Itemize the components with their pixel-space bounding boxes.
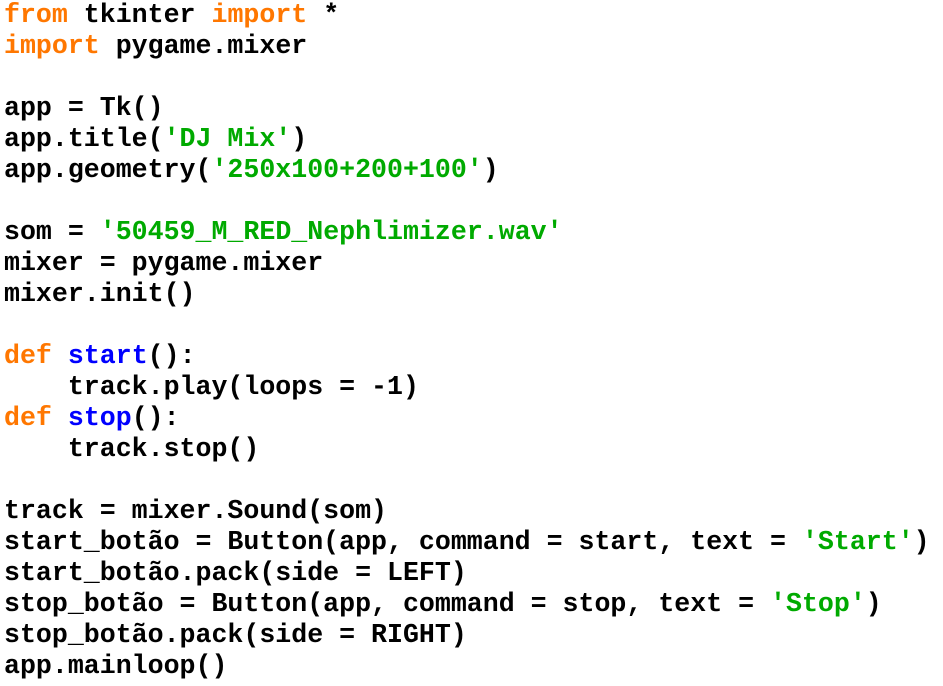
- code-keyword: import: [4, 31, 100, 61]
- code-text: track.play(loops = -1): [4, 372, 419, 402]
- code-keyword: from: [4, 0, 68, 30]
- code-line: mixer.init(): [4, 279, 930, 310]
- code-line: app.title('DJ Mix'): [4, 124, 930, 155]
- code-line: def stop():: [4, 403, 930, 434]
- code-line: app = Tk(): [4, 93, 930, 124]
- code-line: stop_botão.pack(side = RIGHT): [4, 620, 930, 651]
- code-line: app.mainloop(): [4, 651, 930, 682]
- code-text: mixer = pygame.mixer: [4, 248, 324, 278]
- code-text: app.title(: [4, 124, 164, 154]
- code-keyword: def: [4, 403, 52, 433]
- code-keyword: def: [4, 341, 52, 371]
- code-text: stop_botão = Button(app, command = stop,…: [4, 589, 771, 619]
- code-text: ): [482, 155, 499, 185]
- code-text: track = mixer.Sound(som): [4, 496, 388, 526]
- code-text: *: [307, 0, 340, 30]
- code-line: app.geometry('250x100+200+100'): [4, 155, 930, 186]
- code-text: ():: [131, 403, 180, 433]
- code-text: start_botão = Button(app, command = star…: [4, 527, 802, 557]
- code-line: stop_botão = Button(app, command = stop,…: [4, 589, 930, 620]
- code-string: 'Stop': [770, 589, 866, 619]
- code-text: app.mainloop(): [4, 651, 228, 681]
- code-text: ): [913, 527, 930, 557]
- code-line: track.stop(): [4, 434, 930, 465]
- code-text: som =: [4, 217, 100, 247]
- code-text: start_botão.pack(side = LEFT): [4, 558, 467, 588]
- code-text: stop_botão.pack(side = RIGHT): [4, 620, 467, 650]
- code-text: app = Tk(): [4, 93, 164, 123]
- code-line: som = '50459_M_RED_Nephlimizer.wav': [4, 217, 930, 248]
- code-text: pygame.mixer: [99, 31, 308, 61]
- code-text: ():: [147, 341, 196, 371]
- code-line: def start():: [4, 341, 930, 372]
- code-line: import pygame.mixer: [4, 31, 930, 62]
- code-string: '50459_M_RED_Nephlimizer.wav': [99, 217, 563, 247]
- code-string: '250x100+200+100': [211, 155, 483, 185]
- code-line: start_botão.pack(side = LEFT): [4, 558, 930, 589]
- code-line: start_botão = Button(app, command = star…: [4, 527, 930, 558]
- code-text: tkinter: [67, 0, 212, 30]
- code-line: from tkinter import *: [4, 0, 930, 31]
- code-text: track.stop(): [4, 434, 260, 464]
- code-text: mixer.init(): [4, 279, 196, 309]
- code-string: 'Start': [801, 527, 914, 557]
- code-string: 'DJ Mix': [163, 124, 292, 154]
- code-text: ): [291, 124, 308, 154]
- code-line: track.play(loops = -1): [4, 372, 930, 403]
- code-line: track = mixer.Sound(som): [4, 496, 930, 527]
- code-function-name: start: [67, 341, 148, 371]
- code-editor[interactable]: from tkinter import * import pygame.mixer…: [4, 0, 930, 682]
- code-keyword: import: [211, 0, 308, 30]
- code-line: mixer = pygame.mixer: [4, 248, 930, 279]
- code-text: app.geometry(: [4, 155, 212, 185]
- code-function-name: stop: [67, 403, 132, 433]
- code-text: ): [865, 589, 882, 619]
